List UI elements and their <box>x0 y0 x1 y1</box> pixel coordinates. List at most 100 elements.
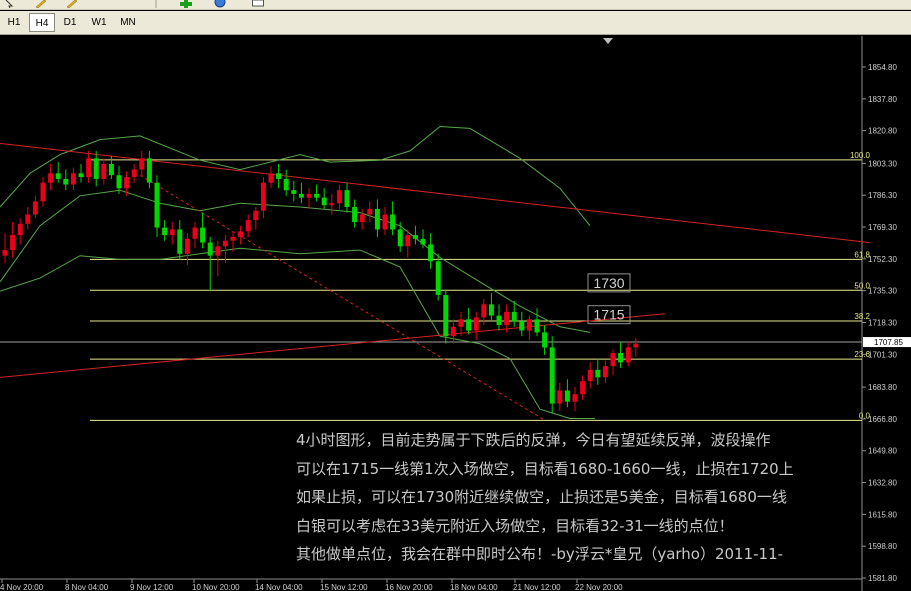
candle-body <box>534 319 540 333</box>
timeframe-d1[interactable]: D1 <box>56 13 84 32</box>
y-tick-label: 1803.30 <box>868 159 897 168</box>
candle-body <box>314 193 320 198</box>
price-label: 1730 <box>593 275 624 291</box>
candle-body <box>602 366 608 378</box>
candle-body <box>344 190 350 208</box>
candle-body <box>435 261 441 295</box>
x-tick-label: 22 Nov 20:00 <box>575 583 623 591</box>
x-tick-label: 16 Nov 20:00 <box>385 583 433 591</box>
pencil-icon[interactable] <box>35 0 47 8</box>
candle-body <box>298 193 304 198</box>
window-icon[interactable] <box>252 0 264 8</box>
timeframe-mn[interactable]: MN <box>114 13 142 32</box>
add-icon[interactable] <box>180 0 192 8</box>
x-tick-label: 18 Nov 04:00 <box>450 583 498 591</box>
annotation-line: 如果止损，可以在1730附近继续做空，止损还是5美金，目标看1680一线 <box>296 488 787 506</box>
candle-body <box>420 238 426 245</box>
candle-body <box>207 242 213 256</box>
candle-body <box>40 182 46 202</box>
cursor-icon[interactable] <box>4 0 16 8</box>
y-tick-label: 1718.30 <box>868 319 897 328</box>
x-tick-label: 21 Nov 12:00 <box>513 583 561 591</box>
y-tick-label: 1820.80 <box>868 127 897 136</box>
y-tick-label: 1837.80 <box>868 95 897 104</box>
candle-body <box>473 317 479 331</box>
price-label: 1715 <box>593 307 624 323</box>
candle-body <box>412 235 418 239</box>
candle-body <box>63 178 69 185</box>
candle-body <box>238 231 244 237</box>
candle-body <box>374 208 380 230</box>
candle-body <box>352 207 358 222</box>
candle-body <box>618 353 624 363</box>
candle-body <box>32 201 38 215</box>
resistance-trendline <box>0 142 871 244</box>
annotation-line: 白银可以考虑在33美元附近入场做空，目标看32-31一线的点位！ <box>296 516 734 535</box>
main-toolbar <box>0 0 911 10</box>
candle-body <box>625 347 631 363</box>
candle-body <box>253 210 259 221</box>
support-trendline <box>0 313 666 378</box>
current-price-label: 1707.85 <box>874 338 903 347</box>
candle-body <box>321 197 327 206</box>
candle-body <box>222 240 228 247</box>
candle-body <box>610 353 616 367</box>
y-tick-label: 1854.80 <box>868 63 897 72</box>
candle-body <box>260 182 266 211</box>
y-tick-label: 1701.30 <box>868 350 897 359</box>
timeframe-bar: H1 H4 D1 W1 MN <box>0 11 911 35</box>
y-tick-label: 1769.30 <box>868 223 897 232</box>
candle-body <box>268 173 274 183</box>
candle-body <box>496 315 502 325</box>
candle-body <box>184 238 190 254</box>
candle-body <box>200 227 206 243</box>
brush-icon[interactable] <box>66 0 78 8</box>
candle-body <box>131 169 137 178</box>
bollinger-lower-band <box>0 247 595 419</box>
y-tick-label: 1581.80 <box>868 574 897 583</box>
candle-body <box>542 332 548 348</box>
timeframe-h4[interactable]: H4 <box>29 13 55 32</box>
candle-body <box>283 178 289 191</box>
candle-body <box>557 390 563 404</box>
candle-body <box>162 227 168 236</box>
candle-body <box>276 173 282 179</box>
candle-body <box>215 246 221 256</box>
candle-body <box>481 304 487 318</box>
candle-body <box>146 158 152 183</box>
candle-body <box>519 321 525 331</box>
timeframe-h1[interactable]: H1 <box>0 13 28 32</box>
timeframe-w1[interactable]: W1 <box>85 13 113 32</box>
candle-body <box>488 304 494 316</box>
candle-body <box>25 214 31 224</box>
candle-body <box>549 347 555 404</box>
candle-body <box>154 182 160 228</box>
candle-body <box>101 163 107 179</box>
candle-body <box>108 163 114 176</box>
candle-body <box>245 220 251 232</box>
candle-body <box>390 214 396 230</box>
candle-body <box>382 214 388 230</box>
candle-body <box>10 235 16 251</box>
candle-body <box>55 173 61 179</box>
candle-body <box>580 381 586 395</box>
dashed-trendline <box>139 174 546 421</box>
candle-body <box>230 236 236 241</box>
chart-shift-marker <box>603 38 613 44</box>
candle-body <box>633 343 639 348</box>
candle-body <box>511 311 517 322</box>
candle-body <box>2 250 8 256</box>
candle-body <box>405 235 411 247</box>
clock-icon[interactable] <box>214 0 226 8</box>
candle-body <box>504 311 510 325</box>
y-tick-label: 1735.30 <box>868 287 897 296</box>
bollinger-middle-band <box>0 189 591 333</box>
candle-body <box>336 190 342 204</box>
candle-body <box>306 193 312 198</box>
candle-body <box>587 369 593 382</box>
candle-body <box>17 223 23 236</box>
candle-body <box>466 319 472 331</box>
x-tick-label: 9 Nov 12:00 <box>130 583 174 591</box>
candle-body <box>70 173 76 185</box>
candle-body <box>359 214 365 222</box>
